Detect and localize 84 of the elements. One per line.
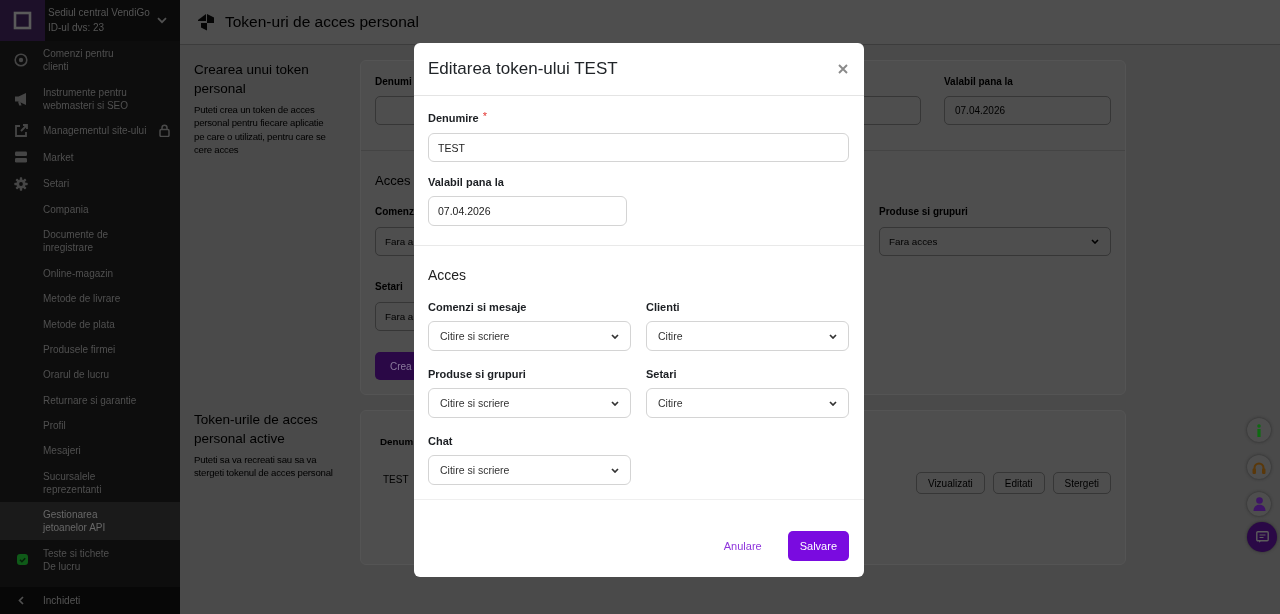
stacked-bars-icon: [14, 150, 28, 165]
field-label: Setari: [375, 280, 403, 294]
chevron-down-icon: [829, 400, 837, 406]
chat-icon: [1255, 531, 1269, 543]
required-mark: *: [482, 111, 488, 122]
chevron-down-icon: [1091, 239, 1099, 244]
field-label: Produse si grupuri: [428, 367, 526, 381]
field-label: Denumi: [375, 75, 412, 89]
sidebar-item[interactable]: Compania: [0, 196, 180, 223]
section-description: Puteti crea un token de acces personal pentru fiecare aplicatie pe care o utilizati, pentru care se cere acces: [194, 103, 327, 157]
access-dropdown[interactable]: Citire si scriere: [428, 321, 631, 351]
sidebar-item[interactable]: Orarul de lucru: [0, 362, 180, 388]
gear-icon: [14, 176, 28, 191]
field-label: Produse si grupuri: [879, 205, 968, 219]
row-action-button[interactable]: Editati: [992, 472, 1045, 494]
field-label: Chat: [428, 434, 453, 448]
field-label: Clienti: [646, 300, 680, 314]
access-dropdown[interactable]: Fara acces: [879, 227, 1111, 256]
info-button[interactable]: [1247, 418, 1271, 442]
share-box-icon: [14, 123, 28, 138]
sidebar-item[interactable]: Instrumente pentru webmasteri si SEO: [0, 79, 180, 118]
row-action-button[interactable]: Vizualizati: [915, 472, 985, 494]
date-input[interactable]: 07.04.2026: [428, 196, 627, 226]
field-label: Denumire: [428, 111, 479, 125]
date-input[interactable]: 07.04.2026: [944, 96, 1111, 125]
sidebar-item[interactable]: Metode de plata: [0, 311, 180, 337]
chevron-down-icon: [611, 333, 619, 339]
table-cell: TEST: [383, 473, 409, 485]
chevron-down-icon[interactable]: [157, 17, 167, 24]
section-title: Token-urile de acces personal active: [194, 411, 319, 448]
sidebar-item[interactable]: Gestionarea jetoanelor API: [0, 502, 180, 541]
sidebar-item[interactable]: Teste si tichete De lucru: [0, 540, 180, 579]
sidebar-item[interactable]: Produsele firmei: [0, 336, 180, 363]
profile-button[interactable]: [1247, 492, 1271, 516]
section-title: Crearea unui token personal: [194, 61, 310, 98]
sidebar-item[interactable]: Comenzi pentru clienti: [0, 41, 180, 80]
section-heading: Acces: [428, 266, 467, 284]
field-label: Comenzi si mesaje: [428, 300, 527, 314]
collapse-sidebar-button[interactable]: Inchideti: [0, 587, 180, 614]
access-dropdown[interactable]: Citire: [646, 321, 849, 351]
cancel-link[interactable]: Anulare: [723, 531, 762, 561]
sidebar-item[interactable]: Mesajeri: [0, 438, 180, 464]
field-label: Valabil pana la: [944, 75, 1013, 89]
name-input[interactable]: TEST: [428, 133, 849, 162]
section-heading: Acces: [375, 172, 411, 190]
square-logo-icon[interactable]: [0, 0, 45, 41]
access-dropdown[interactable]: Citire si scriere: [428, 388, 631, 418]
chevron-down-icon: [611, 400, 619, 406]
headset-icon: [1252, 460, 1266, 474]
sidebar-item[interactable]: Managementul site-ului: [0, 117, 180, 145]
close-button[interactable]: [838, 64, 848, 74]
sidebar-item[interactable]: Online-magazin: [0, 260, 180, 286]
sidebar-item[interactable]: Setari: [0, 170, 180, 197]
chat-button[interactable]: [1247, 522, 1277, 552]
chevron-down-icon: [611, 467, 619, 473]
save-button[interactable]: Salvare: [787, 531, 849, 561]
chevron-down-icon: [829, 333, 837, 339]
row-action-button[interactable]: Stergeti: [1052, 472, 1111, 494]
sidebar-item[interactable]: Sucursalele reprezentanti: [0, 463, 180, 502]
support-button[interactable]: [1247, 455, 1271, 479]
access-dropdown[interactable]: Citire: [646, 388, 849, 418]
account-id: ID-ul dvs: 23: [48, 22, 105, 34]
dialog-title: Editarea token-ului TEST: [428, 59, 618, 79]
logo-icon: [197, 13, 215, 31]
sidebar-item[interactable]: Metode de livrare: [0, 286, 180, 312]
field-label: Comenz: [375, 205, 414, 219]
sidebar-item[interactable]: Returnare si garantie: [0, 387, 180, 413]
close-icon: [838, 64, 848, 74]
account-name: Sediul central VendiGo: [48, 7, 150, 19]
page-title: Token-uri de acces personal: [225, 13, 419, 31]
person-icon: [1252, 497, 1266, 511]
sidebar-item[interactable]: Documente de inregistrare: [0, 222, 180, 261]
sidebar-item[interactable]: Market: [0, 144, 180, 171]
megaphone-icon: [14, 91, 28, 106]
info-icon: [1256, 423, 1262, 437]
column-header: Denum: [380, 435, 414, 447]
sidebar-item[interactable]: Profil: [0, 412, 180, 439]
section-description: Puteti sa va recreati sau sa va stergeti tokenul de acces personal: [194, 453, 334, 480]
target-icon: [14, 53, 28, 68]
chevron-left-icon: [18, 596, 24, 605]
check-square-icon: [17, 554, 28, 566]
field-label: Setari: [646, 367, 677, 381]
access-dropdown[interactable]: Citire si scriere: [428, 455, 631, 485]
field-label: Valabil pana la: [428, 175, 504, 189]
